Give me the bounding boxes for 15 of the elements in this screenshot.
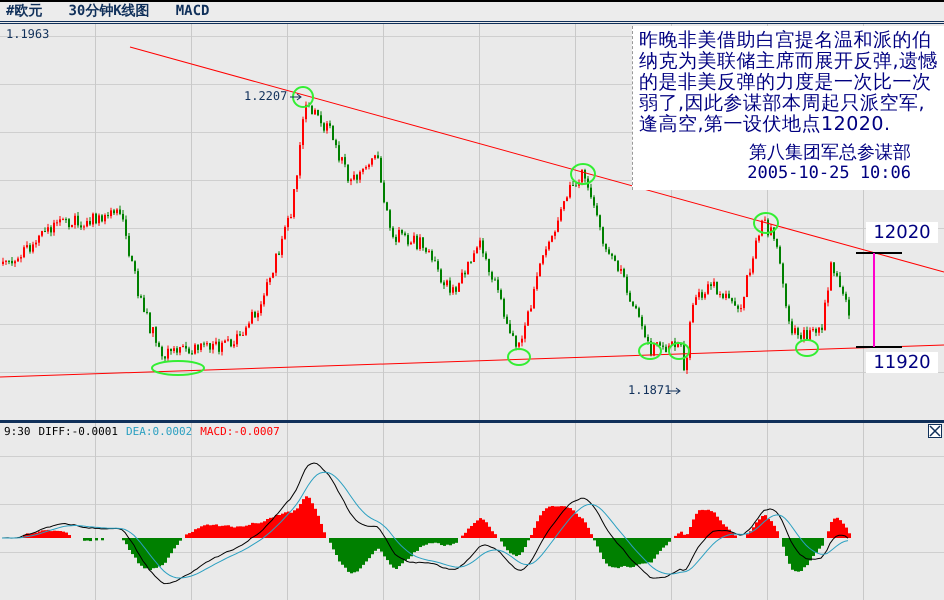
target-price-label: 11920 xyxy=(866,352,938,373)
macd-value: MACD:-0.0007 xyxy=(200,425,280,438)
target-price-label: 12020 xyxy=(866,222,938,243)
price-label: 1.1963 xyxy=(6,26,50,41)
toolbar-label[interactable]: #欧元 xyxy=(6,2,42,20)
diff-value: DIFF:-0.0001 xyxy=(38,425,118,438)
low-price-label: 1.1871 xyxy=(628,382,672,397)
high-price-label: 1.2207 xyxy=(244,88,288,103)
toolbar-label[interactable]: MACD xyxy=(176,3,210,20)
note-signature: 第八集团军总参谋部 xyxy=(749,142,911,163)
note-timestamp: 2005-10-25 10:06 xyxy=(747,162,911,183)
time-label: 9:30 xyxy=(4,425,30,438)
note-text: 昨晚非美借助白宫提名温和派的伯纳克为美联储主席而展开反弹,遗憾的是非美反弹的力度是一次比一次弱了,因此参谋部本周起只派空军,逢高空,第一设伏地点12020. xyxy=(639,30,939,135)
dea-value: DEA:0.0002 xyxy=(126,425,192,438)
toolbar-label[interactable]: 30分钟K线图 xyxy=(68,2,150,20)
